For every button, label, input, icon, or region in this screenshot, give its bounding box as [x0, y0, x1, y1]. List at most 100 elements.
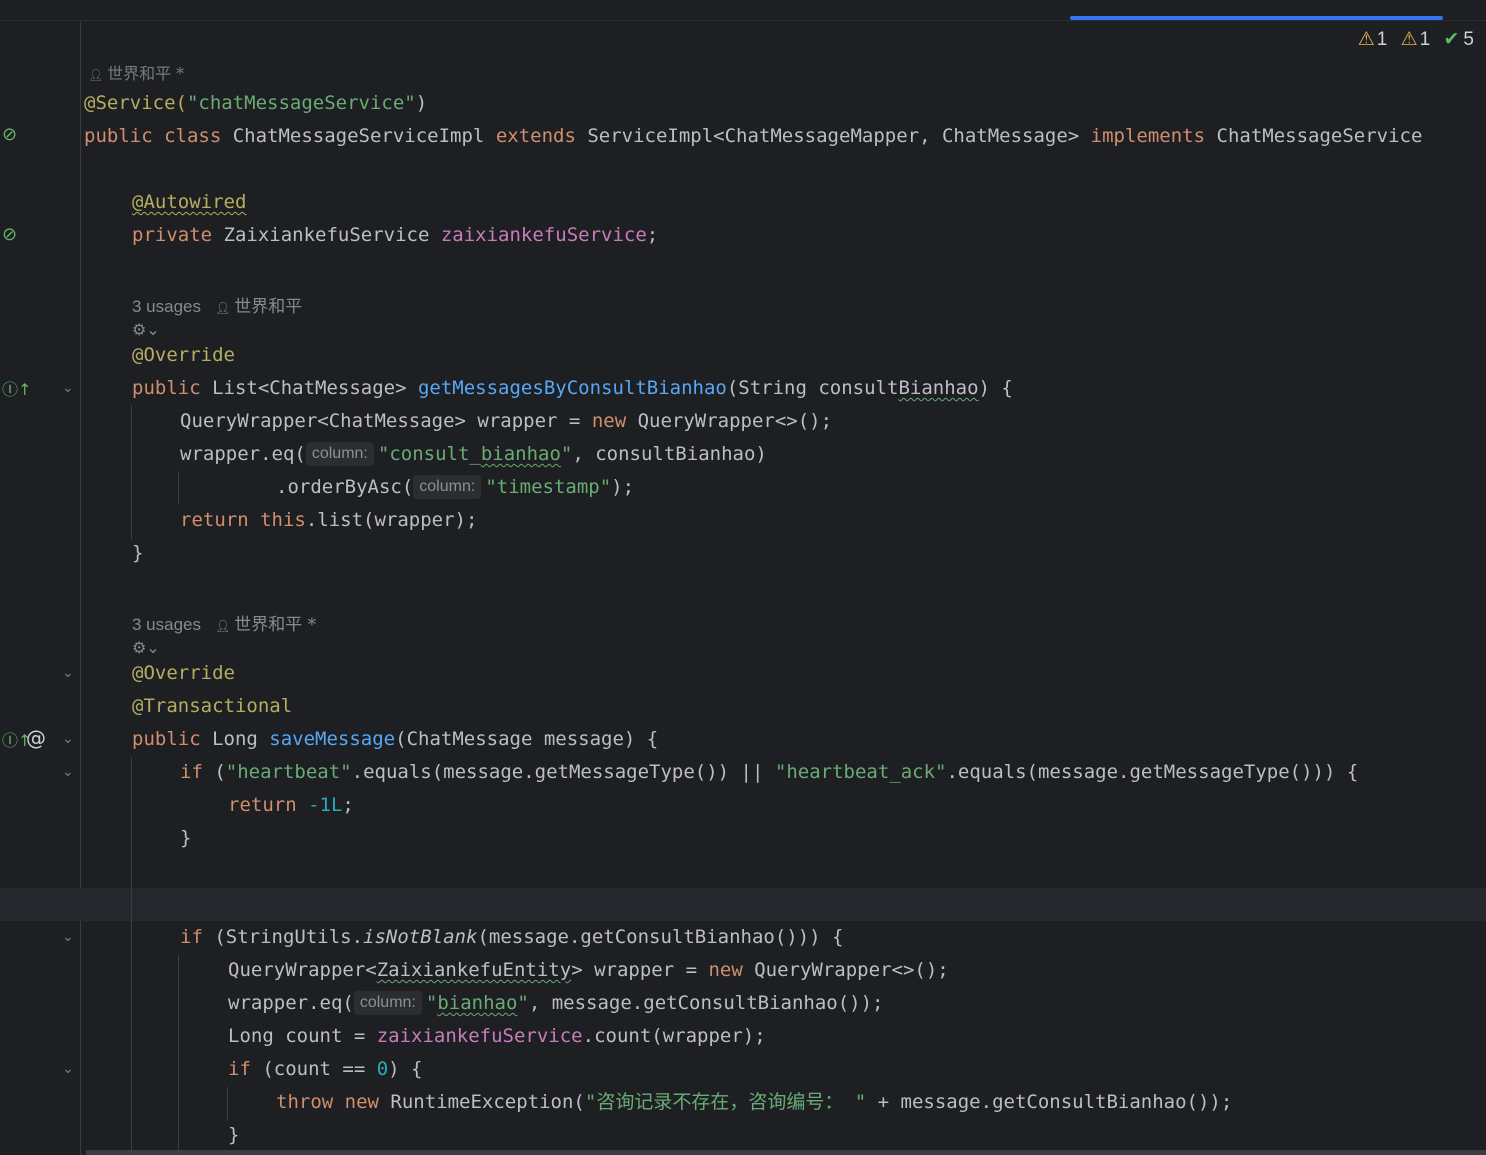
ai-assistant-icon[interactable]: ⚙⌄ [132, 638, 160, 657]
code-text: } [228, 1124, 240, 1146]
annotation: @Service( [84, 92, 187, 114]
typo-word: ZaixiankefuEntity [376, 959, 572, 981]
code-text: (ChatMessage message) { [395, 728, 659, 750]
keyword: public class [84, 125, 233, 147]
warning-count-b: 1 [1419, 29, 1431, 50]
keyword: throw [276, 1091, 345, 1113]
code-text: QueryWrapper<ChatMessage> wrapper = [180, 410, 592, 432]
fold-chevron-icon[interactable]: ⌄ [62, 764, 74, 780]
code-text: (message.getConsultBianhao())) { [477, 926, 844, 948]
code-line[interactable]: .orderByAsc(column: "timestamp"); [276, 471, 634, 504]
checkmark-icon: ✔ [1443, 29, 1460, 50]
keyword: public [132, 728, 213, 750]
code-line[interactable]: @Override [132, 657, 235, 690]
keyword: if [228, 1058, 263, 1080]
active-tab-indicator[interactable] [1070, 16, 1443, 20]
class-name: ChatMessageServiceImpl [232, 125, 496, 147]
code-line[interactable]: if (StringUtils.isNotBlank(message.getCo… [180, 921, 843, 954]
code-text: ) [415, 92, 428, 114]
bean-icon[interactable]: ⊘ [2, 124, 17, 145]
code-text: QueryWrapper<>(); [754, 959, 949, 981]
typo-word: Bianhao [898, 377, 979, 399]
ok-count: 5 [1463, 29, 1474, 50]
user-icon: 👤︎ [215, 301, 235, 315]
number-literal: 0 [376, 1058, 389, 1080]
keyword: if [180, 926, 215, 948]
usages-link[interactable]: 3 usages [132, 615, 201, 634]
keyword: extends [495, 125, 588, 147]
code-line[interactable]: wrapper.eq(column: "bianhao", message.get… [228, 987, 883, 1020]
usages-link[interactable]: 3 usages [132, 297, 201, 316]
code-text: Long count = [228, 1025, 377, 1047]
code-text: ) { [978, 377, 1013, 399]
code-line[interactable]: Long count = zaixiankefuService.count(wr… [228, 1020, 766, 1053]
code-line[interactable]: private ZaixiankefuService zaixiankefuSe… [132, 219, 658, 252]
code-line[interactable]: public Long saveMessage(ChatMessage mess… [132, 723, 658, 756]
code-line[interactable]: } [132, 537, 143, 570]
fold-chevron-icon[interactable]: ⌄ [62, 731, 74, 747]
field-name: zaixiankefuService [376, 1025, 583, 1047]
code-text: ( [214, 761, 226, 783]
fold-chevron-icon[interactable]: ⌄ [62, 380, 74, 396]
code-line[interactable]: @Override [132, 339, 235, 372]
string-literal: " [584, 1091, 597, 1113]
code-line[interactable]: QueryWrapper<ChatMessage> wrapper = new … [180, 405, 832, 438]
indent-guide [131, 405, 132, 540]
code-line[interactable]: } [180, 822, 191, 855]
keyword: implements [1090, 125, 1217, 147]
keyword: new [708, 959, 755, 981]
field-name: zaixiankefuService [440, 224, 647, 246]
fold-chevron-icon[interactable]: ⌄ [62, 665, 74, 681]
code-text: .list(wrapper); [305, 509, 478, 531]
code-line[interactable]: } [228, 1119, 239, 1152]
typo-word: bianhao [480, 443, 561, 465]
implementing-method-icon[interactable]: Ⓘ↑ [2, 376, 31, 400]
ai-assistant-icon[interactable]: ⚙⌄ [132, 320, 160, 339]
code-line[interactable]: if ("heartbeat".equals(message.getMessag… [180, 756, 1358, 789]
bean-injected-icon[interactable]: ⊘ [2, 224, 17, 245]
fold-chevron-icon[interactable]: ⌄ [62, 1061, 74, 1077]
override-at-icon[interactable]: @ [26, 726, 46, 750]
code-text: QueryWrapper< [228, 959, 377, 981]
code-line[interactable]: @Service("chatMessageService") [84, 87, 427, 120]
code-line[interactable]: @Autowired [132, 186, 246, 219]
code-vision-hint[interactable]: 3 usages 👤︎ 世界和平 [132, 292, 302, 317]
code-text: .orderByAsc( [276, 476, 414, 498]
warning-count-a: 1 [1376, 29, 1388, 50]
code-line[interactable]: wrapper.eq(column: "consult_bianhao", con… [180, 438, 767, 471]
editor-gutter [0, 21, 81, 1155]
keyword: new [344, 1091, 391, 1113]
code-line[interactable]: throw new RuntimeException("咨询记录不存在，咨询编号… [276, 1086, 1232, 1119]
string-literal: "heartbeat" [225, 761, 352, 783]
code-line[interactable]: public class ChatMessageServiceImpl exte… [84, 120, 1422, 153]
keyword: return [180, 509, 261, 531]
string-literal: "chatMessageService" [186, 92, 416, 114]
inspection-widget[interactable]: ⚠ 1 ⚠ 1 ✔ 5 [1350, 28, 1474, 51]
code-line[interactable]: QueryWrapper<ZaixiankefuEntity> wrapper … [228, 954, 949, 987]
code-vision-hint[interactable]: 3 usages 👤︎ 世界和平 * [132, 610, 316, 635]
interface-name: ChatMessageService [1216, 125, 1423, 147]
code-line[interactable]: return this.list(wrapper); [180, 504, 477, 537]
code-line[interactable]: public List<ChatMessage> getMessagesByCo… [132, 372, 1013, 405]
indent-guide [227, 1087, 228, 1120]
weak-warning-icon: ⚠ [1400, 29, 1418, 50]
class-author-hint[interactable]: 👤︎ 世界和平 * [88, 60, 184, 84]
editor-tab-bar [0, 0, 1486, 21]
keyword: public [132, 377, 213, 399]
user-icon: 👤︎ [88, 68, 108, 82]
code-text: , message.getConsultBianhao()); [528, 992, 884, 1014]
warning-icon: ⚠ [1357, 29, 1375, 50]
string-literal: "timestamp" [485, 476, 612, 498]
indent-guide [178, 955, 179, 1155]
fold-chevron-icon[interactable]: ⌄ [62, 929, 74, 945]
keyword: new [591, 410, 638, 432]
number-literal: -1L [308, 794, 343, 816]
code-line[interactable]: return -1L; [228, 789, 354, 822]
keyword: private [132, 224, 224, 246]
author-name: 世界和平 * [234, 615, 317, 635]
horizontal-scrollbar[interactable] [86, 1150, 1486, 1155]
code-line[interactable]: if (count == 0) { [228, 1053, 423, 1086]
code-line[interactable]: @Transactional [132, 690, 292, 723]
code-text: .equals(message.getMessageType())) { [946, 761, 1359, 783]
string-literal: " [425, 992, 438, 1014]
